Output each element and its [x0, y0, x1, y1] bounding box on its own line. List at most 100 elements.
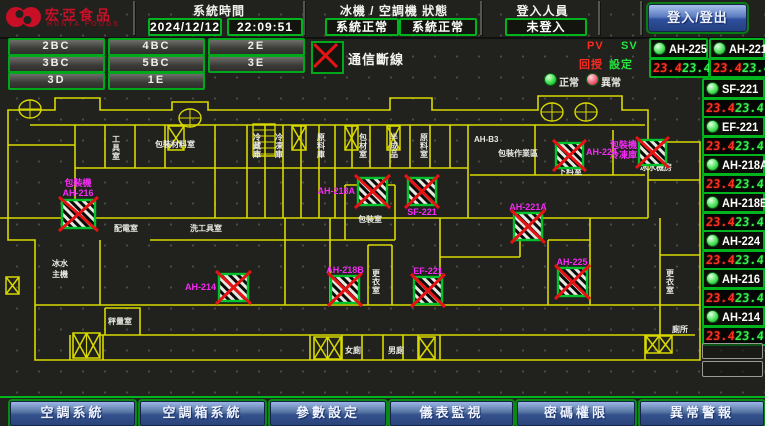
room-label: 包材室 [358, 132, 367, 159]
equipment-name: AH-221A [729, 42, 765, 56]
comm-lost-marker-包裝機冷凍庫[interactable]: 包裝機冷凍庫 [609, 137, 669, 168]
status-led-icon [706, 158, 719, 171]
room-label: 包裝材料室 [154, 139, 195, 149]
room-label: 包裝作業區 [497, 148, 538, 158]
nav-button-2[interactable]: 空調箱系統 [140, 401, 265, 426]
nav-button-1[interactable]: 空調系統 [10, 401, 135, 426]
equipment-cell-AH-218B[interactable]: AH-218B [702, 192, 765, 213]
equipment-cell-AH-225[interactable]: AH-225 [649, 38, 708, 59]
marker-label: AH-221A [509, 202, 547, 212]
header-divider [640, 1, 642, 35]
marker-label: AH-218A [317, 186, 355, 196]
equipment-cell-AH-218A[interactable]: AH-218A [702, 154, 765, 175]
equipment-name: AH-218A [722, 158, 765, 172]
pv-value: 23.4 [705, 329, 735, 343]
floor-button-2E[interactable]: 2E [208, 38, 305, 56]
room-label: 冷藏庫 [253, 132, 261, 159]
room-label: 冰水 [52, 258, 69, 268]
equipment-values-AH-218A: 23.423.4 [702, 174, 765, 194]
ac-status: 系統正常 [399, 18, 477, 36]
normal-led-icon [544, 73, 557, 86]
floor-button-5BC[interactable]: 5BC [108, 55, 205, 73]
marker-label: AH-218B [326, 265, 364, 275]
floor-button-3E[interactable]: 3E [208, 55, 305, 73]
marker-label: 冷凍庫 [610, 149, 637, 160]
header-divider [480, 1, 482, 35]
comm-lost-marker-AH-221A[interactable]: AH-221A [509, 202, 547, 243]
nav-button-3[interactable]: 參數設定 [270, 401, 386, 426]
pv-value: 23.4 [652, 61, 682, 75]
equipment-name: AH-214 [722, 310, 760, 324]
pv-value: 23.4 [705, 139, 735, 153]
equipment-name: AH-224 [722, 234, 760, 248]
status-led-icon [713, 42, 726, 55]
equipment-values-EF-221: 23.423.4 [702, 136, 765, 156]
nav-button-4[interactable]: 儀表監視 [390, 401, 513, 426]
floor-button-2BC[interactable]: 2BC [8, 38, 105, 56]
status-led-icon [706, 234, 719, 247]
door-icon [292, 126, 306, 150]
equipment-cell-AH-221A[interactable]: AH-221A [709, 38, 765, 59]
date-value: 2024/12/12 [148, 18, 222, 36]
status-led-icon [706, 272, 719, 285]
header-divider [303, 1, 305, 35]
room-label: 更衣室 [372, 268, 381, 295]
abnormal-label: 異常 [601, 74, 621, 89]
login-logout-button[interactable]: 登入/登出 [648, 4, 747, 32]
floor-button-3BC[interactable]: 3BC [8, 55, 105, 73]
header-divider [133, 1, 135, 35]
comm-lost-legend-label: 通信斷線 [348, 49, 404, 68]
equipment-values-SF-221: 23.423.4 [702, 98, 765, 118]
floor-button-3D[interactable]: 3D [8, 72, 105, 90]
marker-label: AH-225 [556, 257, 587, 267]
room-label: 原料室 [420, 133, 428, 159]
comm-lost-marker-AH-214[interactable]: AH-214 [185, 271, 251, 304]
equipment-name: EF-221 [722, 120, 758, 134]
pv-value: 23.4 [705, 177, 735, 191]
equipment-values-AH-221A: 23.423.4 [709, 58, 765, 78]
room-label: AH-B3 [474, 135, 499, 144]
floor-button-1E[interactable]: 1E [108, 72, 205, 90]
comm-lost-marker-SF-221[interactable]: SF-221 [405, 175, 439, 217]
company-logo: 宏亞食品 HUNYA FOODS [3, 2, 131, 34]
machine-status-label: 冰機 / 空調機 狀態 [308, 2, 480, 16]
status-led-icon [706, 82, 719, 95]
comm-lost-marker-包裝機AH-216[interactable]: 包裝機AH-216 [59, 177, 98, 231]
equipment-cell-AH-224[interactable]: AH-224 [702, 230, 765, 251]
comm-lost-legend-icon [311, 41, 344, 74]
comm-lost-marker-AH-218B[interactable]: AH-218B [326, 265, 364, 306]
pv-label: PV [587, 40, 604, 52]
marker-label: 包裝機 [63, 177, 91, 188]
comm-lost-marker-EF-221[interactable]: EF-221 [411, 266, 445, 307]
equipment-cell-AH-214[interactable]: AH-214 [702, 306, 765, 327]
equipment-cell-EF-221[interactable]: EF-221 [702, 116, 765, 137]
status-led-icon [653, 42, 666, 55]
sv-value: 23.4 [734, 177, 764, 191]
setting-label: 設定 [609, 56, 633, 72]
room-label: 包裝室 [357, 214, 382, 224]
door-icon [646, 336, 672, 353]
floor-plan: 工具室包裝材料室冷藏庫冷凍庫原料庫包材室半成品原料室AH-B3包裝作業區下料室冰… [0, 90, 710, 397]
equipment-name: AH-216 [722, 272, 760, 286]
equipment-values-AH-216: 23.423.4 [702, 288, 765, 308]
equipment-name: AH-218B [722, 196, 765, 210]
door-icon [314, 337, 341, 359]
equipment-values-AH-225: 23.423.4 [649, 58, 710, 78]
floor-button-4BC[interactable]: 4BC [108, 38, 205, 56]
marker-label: 包裝機 [609, 139, 637, 150]
equipment-values-AH-224: 23.423.4 [702, 250, 765, 270]
equipment-cell-SF-221[interactable]: SF-221 [702, 78, 765, 99]
nav-button-6[interactable]: 異常警報 [640, 401, 764, 426]
pv-value: 23.4 [712, 61, 742, 75]
feedback-label: 回授 [579, 56, 603, 72]
room-label: 主機 [52, 269, 68, 279]
equipment-name: SF-221 [722, 82, 758, 96]
comm-lost-marker-AH-218A[interactable]: AH-218A [317, 175, 390, 208]
nav-button-5[interactable]: 密碼權限 [517, 401, 635, 426]
comm-lost-marker-AH-224[interactable]: AH-224 [553, 140, 617, 171]
pv-value: 23.4 [705, 215, 735, 229]
equipment-cell-AH-216[interactable]: AH-216 [702, 268, 765, 289]
login-status: 未登入 [505, 18, 587, 36]
door-icon [419, 337, 435, 359]
comm-lost-marker-AH-225[interactable]: AH-225 [555, 257, 590, 299]
